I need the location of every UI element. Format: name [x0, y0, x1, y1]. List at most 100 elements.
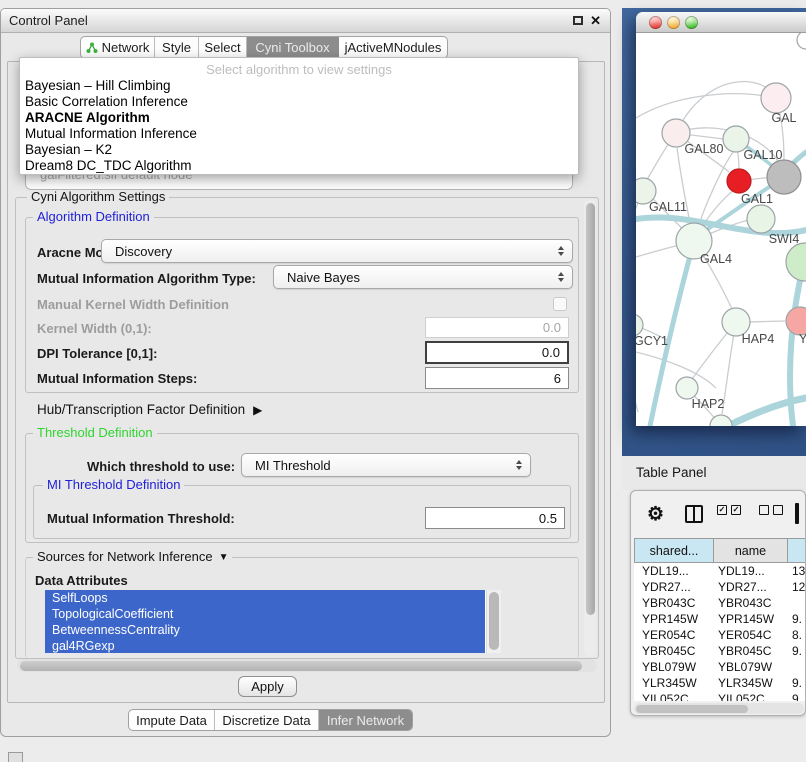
split-columns-icon[interactable] — [685, 505, 703, 523]
network-node-y[interactable] — [786, 307, 806, 335]
settings-vertical-scrollbar-thumb[interactable] — [586, 203, 595, 615]
column-header-clipped[interactable] — [787, 538, 806, 563]
gear-icon[interactable]: ⚙ — [647, 505, 664, 525]
table-row[interactable]: YPR145WYPR145W9. — [634, 611, 806, 627]
network-node-gal1[interactable] — [747, 205, 775, 233]
spinner-arrows-icon — [558, 246, 564, 256]
table-body: YDL19...YDL19...13YDR27...YDR27...12YBR0… — [634, 563, 806, 701]
close-window-icon[interactable] — [649, 16, 662, 29]
tab-select[interactable]: Select — [199, 37, 247, 58]
table-cell: 9. — [792, 643, 802, 659]
spinner-arrows-icon — [558, 272, 564, 282]
mi-threshold-definition-title: MI Threshold Definition — [43, 478, 184, 492]
attribute-item[interactable]: SelfLoops — [45, 590, 485, 606]
attribute-item[interactable]: gal4RGexp — [45, 638, 485, 653]
table-row[interactable]: YDR27...YDR27...12 — [634, 579, 806, 595]
network-node[interactable] — [797, 33, 806, 49]
collapsed-panel-grip[interactable] — [8, 752, 23, 762]
data-attributes-list[interactable]: SelfLoopsTopologicalCoefficientBetweenne… — [45, 590, 501, 653]
manual-kernel-width-label: Manual Kernel Width Definition — [37, 297, 229, 313]
network-node-label: GAL1 — [741, 192, 773, 206]
table-row[interactable]: YDL19...YDL19...13 — [634, 563, 806, 579]
attribute-item[interactable]: BetweennessCentrality — [45, 622, 485, 638]
aracne-mode-value: Discovery — [115, 244, 172, 259]
network-node-label: GAL11 — [649, 200, 687, 214]
table-row[interactable]: YER054CYER054C8. — [634, 627, 806, 643]
algorithm-option[interactable]: Mutual Information Inference — [25, 126, 573, 142]
sources-title[interactable]: Sources for Network Inference▼ — [33, 550, 232, 565]
table-horizontal-scrollbar[interactable] — [634, 703, 804, 714]
table-cell: YER054C — [642, 627, 695, 643]
mi-algorithm-type-combo[interactable]: Naive Bayes — [273, 265, 573, 289]
apply-button[interactable]: Apply — [238, 676, 297, 697]
table-row[interactable]: YBR043CYBR043C — [634, 595, 806, 611]
cyni-algorithm-settings-title: Cyni Algorithm Settings — [27, 190, 169, 204]
tab-impute-data[interactable]: Impute Data — [129, 710, 215, 730]
tab-infer-network[interactable]: Infer Network — [319, 710, 412, 730]
tab-discretize-data[interactable]: Discretize Data — [215, 710, 319, 730]
network-node-label: SWI4 — [769, 232, 800, 246]
column-header-name[interactable]: name — [713, 538, 787, 563]
column-header-shared[interactable]: shared... — [634, 538, 713, 563]
table-horizontal-scrollbar-thumb[interactable] — [636, 705, 748, 713]
close-panel-icon[interactable]: ✕ — [590, 13, 601, 29]
settings-horizontal-scrollbar[interactable] — [17, 659, 597, 672]
settings-vertical-scrollbar[interactable] — [584, 199, 596, 657]
table-cell: YBL079W — [718, 659, 772, 675]
dpi-tolerance-field[interactable]: 0.0 — [425, 341, 569, 364]
attributes-scrollbar[interactable] — [486, 590, 501, 653]
expander-expanded-icon: ▼ — [219, 551, 229, 565]
minimize-window-icon[interactable] — [667, 16, 680, 29]
table-row[interactable]: YBR045CYBR045C9. — [634, 643, 806, 659]
checked-boxes-icon[interactable]: ✓ ✓ — [717, 505, 741, 515]
table-cell: YLR345W — [718, 675, 773, 691]
table-cell: YBL079W — [642, 659, 696, 675]
network-canvas[interactable]: GALGAL80GAL10GAL11GAL1GAL4SWI4GCY1HAP4YH… — [636, 33, 806, 426]
network-node-label: GAL4 — [700, 252, 732, 266]
mi-threshold-field[interactable]: 0.5 — [425, 507, 565, 529]
hub-transcription-factor-expander[interactable]: Hub/Transcription Factor Definition▶ — [37, 402, 262, 417]
float-panel-icon[interactable] — [573, 16, 583, 25]
tab-network[interactable]: Network — [81, 37, 155, 58]
network-node[interactable] — [727, 169, 751, 193]
algorithm-option[interactable]: Basic Correlation Inference — [25, 94, 573, 110]
network-node-gal[interactable] — [761, 83, 791, 113]
cyni-bottom-tabbar: Impute Data Discretize Data Infer Networ… — [128, 709, 413, 731]
dpi-tolerance-label: DPI Tolerance [0,1]: — [37, 346, 157, 362]
network-node-gcy1[interactable] — [636, 314, 643, 336]
table-cell: YPR145W — [718, 611, 774, 627]
attribute-item[interactable]: TopologicalCoefficient — [45, 606, 485, 622]
kernel-width-field[interactable]: 0.0 — [425, 317, 569, 338]
checked-box-icon: ✓ — [731, 505, 741, 515]
network-edges — [636, 82, 785, 420]
aracne-mode-combo[interactable]: Discovery — [101, 239, 573, 263]
algorithm-option[interactable]: Bayesian – K2 — [25, 142, 573, 158]
network-node[interactable] — [767, 160, 801, 194]
which-threshold-combo[interactable]: MI Threshold — [241, 453, 531, 477]
manual-kernel-width-checkbox[interactable] — [553, 297, 567, 311]
inference-source-combo-partial[interactable]: galFiltered.sif default node — [25, 175, 573, 190]
unchecked-boxes-icon[interactable] — [759, 505, 783, 515]
mi-steps-field[interactable]: 6 — [425, 367, 569, 389]
tab-jactivemnodules[interactable]: jActiveMNodules — [339, 37, 447, 58]
checked-box-icon: ✓ — [717, 505, 727, 515]
table-row[interactable]: YLR345WYLR345W9. — [634, 675, 806, 691]
network-node-hap2[interactable] — [676, 377, 698, 399]
dpi-tolerance-value: 0.0 — [542, 345, 560, 360]
attributes-scrollbar-thumb[interactable] — [489, 592, 499, 650]
settings-horizontal-scrollbar-thumb[interactable] — [20, 661, 582, 671]
algorithm-option[interactable]: Bayesian – Hill Climbing — [25, 78, 573, 94]
document-icon[interactable] — [795, 505, 799, 523]
table-row[interactable]: YIL052CYIL052C9. — [634, 691, 806, 701]
table-row[interactable]: YBL079W YBL079W — [634, 659, 806, 675]
tab-cyni-toolbox[interactable]: Cyni Toolbox — [247, 37, 339, 58]
tab-style[interactable]: Style — [155, 37, 199, 58]
algorithm-dropdown-hint: Select algorithm to view settings — [20, 62, 578, 77]
network-node-label: GAL — [771, 111, 796, 125]
network-window-titlebar — [636, 12, 806, 33]
mi-algorithm-type-value: Naive Bayes — [287, 270, 360, 285]
algorithm-option[interactable]: ARACNE Algorithm — [25, 110, 573, 126]
network-node-swi4[interactable] — [786, 243, 806, 281]
algorithm-option[interactable]: Dream8 DC_TDC Algorithm — [25, 158, 573, 174]
zoom-window-icon[interactable] — [685, 16, 698, 29]
